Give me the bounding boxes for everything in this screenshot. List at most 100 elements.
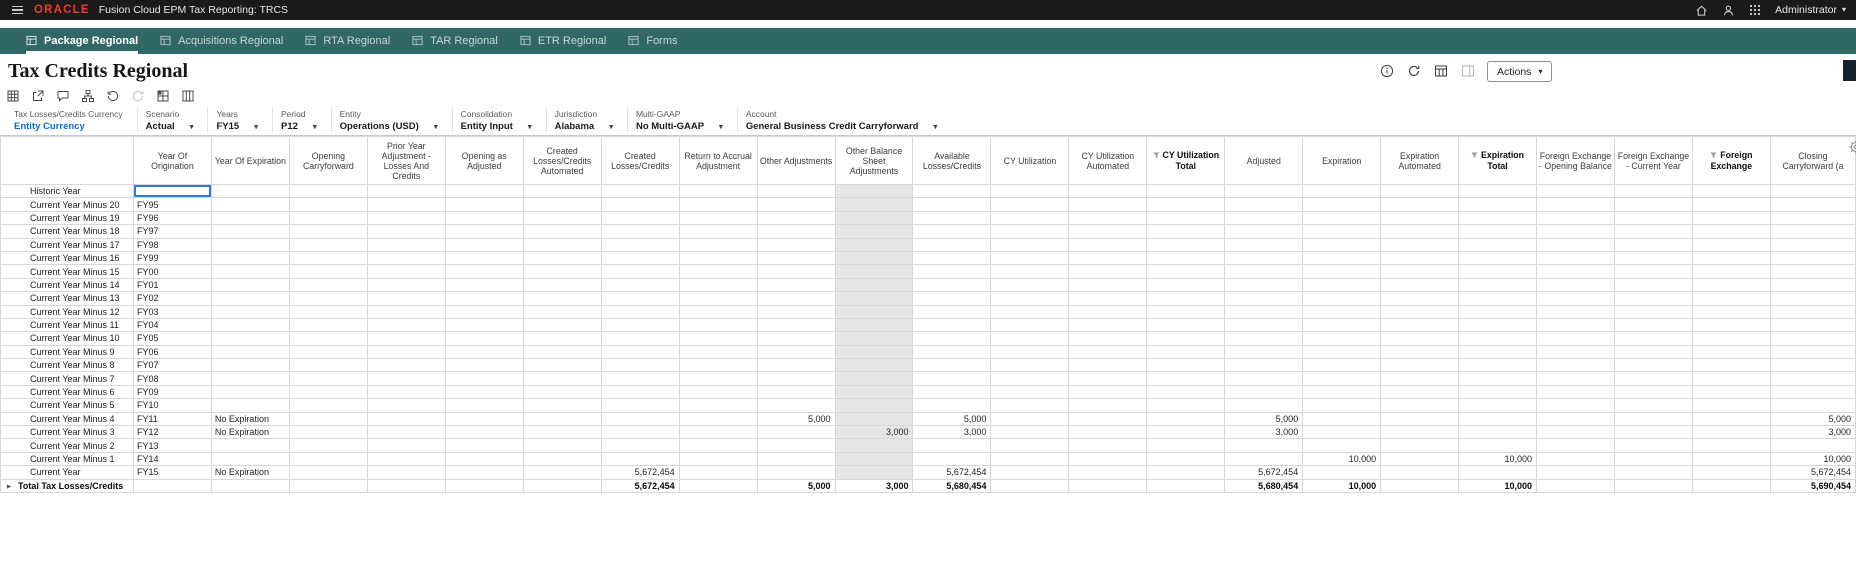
cell-current-year-minus-6-c0[interactable]: FY09 bbox=[133, 385, 211, 398]
cell-current-year-minus-9-c11[interactable] bbox=[991, 345, 1069, 358]
cell-current-year-minus-2-c16[interactable] bbox=[1381, 439, 1459, 452]
cell-current-year-minus-9-c9[interactable] bbox=[835, 345, 913, 358]
row-header-current-year-minus-20[interactable]: Current Year Minus 20 bbox=[1, 198, 134, 211]
cell-current-year-minus-13-c9[interactable] bbox=[835, 292, 913, 305]
cell-current-year-minus-6-c12[interactable] bbox=[1069, 385, 1147, 398]
cell-total-tax-losses-credits-c19[interactable] bbox=[1614, 479, 1692, 492]
cell-current-year-minus-16-c9[interactable] bbox=[835, 251, 913, 264]
cell-current-year-minus-11-c1[interactable] bbox=[211, 318, 289, 331]
cell-current-year-minus-3-c16[interactable] bbox=[1381, 426, 1459, 439]
cell-total-tax-losses-credits-c15[interactable]: 10,000 bbox=[1303, 479, 1381, 492]
cell-historic-year-c12[interactable] bbox=[1069, 185, 1147, 198]
cell-current-year-minus-3-c13[interactable] bbox=[1147, 426, 1225, 439]
cell-current-year-minus-8-c15[interactable] bbox=[1303, 359, 1381, 372]
cell-current-year-minus-4-c18[interactable] bbox=[1537, 412, 1615, 425]
column-header-cy-utilization-total[interactable]: CY Utilization Total bbox=[1147, 137, 1225, 185]
cell-current-year-minus-18-c15[interactable] bbox=[1303, 225, 1381, 238]
cell-current-year-minus-17-c14[interactable] bbox=[1225, 238, 1303, 251]
cell-current-year-minus-2-c19[interactable] bbox=[1614, 439, 1692, 452]
cell-current-year-minus-12-c4[interactable] bbox=[445, 305, 523, 318]
hamburger-menu-icon[interactable] bbox=[10, 4, 25, 17]
cell-current-year-minus-17-c21[interactable] bbox=[1770, 238, 1855, 251]
cell-current-year-minus-18-c4[interactable] bbox=[445, 225, 523, 238]
cell-current-year-minus-13-c20[interactable] bbox=[1692, 292, 1770, 305]
cell-current-year-minus-13-c21[interactable] bbox=[1770, 292, 1855, 305]
cell-current-year-minus-19-c15[interactable] bbox=[1303, 211, 1381, 224]
cell-current-year-minus-8-c4[interactable] bbox=[445, 359, 523, 372]
cell-current-year-minus-19-c16[interactable] bbox=[1381, 211, 1459, 224]
cell-current-year-minus-3-c7[interactable] bbox=[679, 426, 757, 439]
cell-total-tax-losses-credits-c3[interactable] bbox=[367, 479, 445, 492]
refresh-icon[interactable] bbox=[1407, 64, 1421, 78]
cell-current-year-minus-4-c12[interactable] bbox=[1069, 412, 1147, 425]
cell-current-year-minus-17-c4[interactable] bbox=[445, 238, 523, 251]
cell-current-year-minus-2-c3[interactable] bbox=[367, 439, 445, 452]
cell-current-year-minus-15-c4[interactable] bbox=[445, 265, 523, 278]
cell-current-year-minus-16-c11[interactable] bbox=[991, 251, 1069, 264]
cell-current-year-minus-12-c11[interactable] bbox=[991, 305, 1069, 318]
cell-current-year-minus-2-c17[interactable] bbox=[1459, 439, 1537, 452]
cell-total-tax-losses-credits-c20[interactable] bbox=[1692, 479, 1770, 492]
cell-current-year-minus-10-c21[interactable] bbox=[1770, 332, 1855, 345]
cell-current-year-minus-17-c3[interactable] bbox=[367, 238, 445, 251]
cell-current-year-minus-17-c9[interactable] bbox=[835, 238, 913, 251]
cell-current-year-minus-14-c8[interactable] bbox=[757, 278, 835, 291]
cell-current-year-minus-4-c5[interactable] bbox=[523, 412, 601, 425]
cell-current-year-minus-9-c2[interactable] bbox=[289, 345, 367, 358]
cell-current-year-minus-7-c11[interactable] bbox=[991, 372, 1069, 385]
cell-current-year-minus-15-c10[interactable] bbox=[913, 265, 991, 278]
cell-current-year-minus-1-c13[interactable] bbox=[1147, 452, 1225, 465]
cell-current-year-minus-17-c0[interactable]: FY98 bbox=[133, 238, 211, 251]
cell-current-year-minus-12-c13[interactable] bbox=[1147, 305, 1225, 318]
pov-value-entity-input[interactable]: Entity Input▾ bbox=[461, 120, 532, 133]
row-header-current-year-minus-11[interactable]: Current Year Minus 11 bbox=[1, 318, 134, 331]
cell-current-year-minus-6-c16[interactable] bbox=[1381, 385, 1459, 398]
column-header-return-to-accrual-adjustment[interactable]: Return to Accrual Adjustment bbox=[679, 137, 757, 185]
cell-current-year-minus-7-c9[interactable] bbox=[835, 372, 913, 385]
cell-current-year-minus-8-c17[interactable] bbox=[1459, 359, 1537, 372]
cell-current-year-minus-15-c5[interactable] bbox=[523, 265, 601, 278]
cell-current-year-minus-13-c17[interactable] bbox=[1459, 292, 1537, 305]
cell-current-year-c12[interactable] bbox=[1069, 466, 1147, 479]
cell-current-year-minus-7-c10[interactable] bbox=[913, 372, 991, 385]
cell-current-year-minus-16-c21[interactable] bbox=[1770, 251, 1855, 264]
cell-current-year-minus-11-c9[interactable] bbox=[835, 318, 913, 331]
cell-current-year-minus-6-c17[interactable] bbox=[1459, 385, 1537, 398]
cell-current-year-minus-14-c10[interactable] bbox=[913, 278, 991, 291]
cell-current-year-minus-6-c2[interactable] bbox=[289, 385, 367, 398]
cell-current-year-minus-20-c16[interactable] bbox=[1381, 198, 1459, 211]
cell-current-year-minus-16-c2[interactable] bbox=[289, 251, 367, 264]
hierarchy-button[interactable] bbox=[82, 90, 94, 105]
cell-current-year-minus-1-c15[interactable]: 10,000 bbox=[1303, 452, 1381, 465]
cell-current-year-minus-3-c19[interactable] bbox=[1614, 426, 1692, 439]
cell-current-year-c19[interactable] bbox=[1614, 466, 1692, 479]
row-header-current-year-minus-7[interactable]: Current Year Minus 7 bbox=[1, 372, 134, 385]
cell-current-year-minus-9-c8[interactable] bbox=[757, 345, 835, 358]
cell-total-tax-losses-credits-c7[interactable] bbox=[679, 479, 757, 492]
cell-total-tax-losses-credits-c17[interactable]: 10,000 bbox=[1459, 479, 1537, 492]
cell-current-year-minus-7-c7[interactable] bbox=[679, 372, 757, 385]
cell-current-year-minus-5-c13[interactable] bbox=[1147, 399, 1225, 412]
cell-current-year-minus-18-c20[interactable] bbox=[1692, 225, 1770, 238]
cell-current-year-minus-18-c19[interactable] bbox=[1614, 225, 1692, 238]
cell-current-year-minus-1-c11[interactable] bbox=[991, 452, 1069, 465]
cell-current-year-minus-14-c20[interactable] bbox=[1692, 278, 1770, 291]
cell-current-year-minus-3-c8[interactable] bbox=[757, 426, 835, 439]
column-header-created-losses-credits-automated[interactable]: Created Losses/Credits Automated bbox=[523, 137, 601, 185]
cell-current-year-minus-13-c5[interactable] bbox=[523, 292, 601, 305]
cell-current-year-minus-15-c17[interactable] bbox=[1459, 265, 1537, 278]
cell-current-year-minus-4-c10[interactable]: 5,000 bbox=[913, 412, 991, 425]
cell-current-year-c20[interactable] bbox=[1692, 466, 1770, 479]
cell-current-year-minus-15-c20[interactable] bbox=[1692, 265, 1770, 278]
cell-current-year-minus-13-c1[interactable] bbox=[211, 292, 289, 305]
cell-total-tax-losses-credits-c14[interactable]: 5,680,454 bbox=[1225, 479, 1303, 492]
cell-current-year-minus-1-c21[interactable]: 10,000 bbox=[1770, 452, 1855, 465]
cell-current-year-minus-13-c3[interactable] bbox=[367, 292, 445, 305]
cell-current-year-minus-4-c11[interactable] bbox=[991, 412, 1069, 425]
cell-current-year-minus-8-c16[interactable] bbox=[1381, 359, 1459, 372]
cell-current-year-minus-1-c10[interactable] bbox=[913, 452, 991, 465]
cell-current-year-minus-10-c16[interactable] bbox=[1381, 332, 1459, 345]
cell-current-year-c4[interactable] bbox=[445, 466, 523, 479]
cell-current-year-minus-19-c5[interactable] bbox=[523, 211, 601, 224]
cell-current-year-minus-15-c13[interactable] bbox=[1147, 265, 1225, 278]
